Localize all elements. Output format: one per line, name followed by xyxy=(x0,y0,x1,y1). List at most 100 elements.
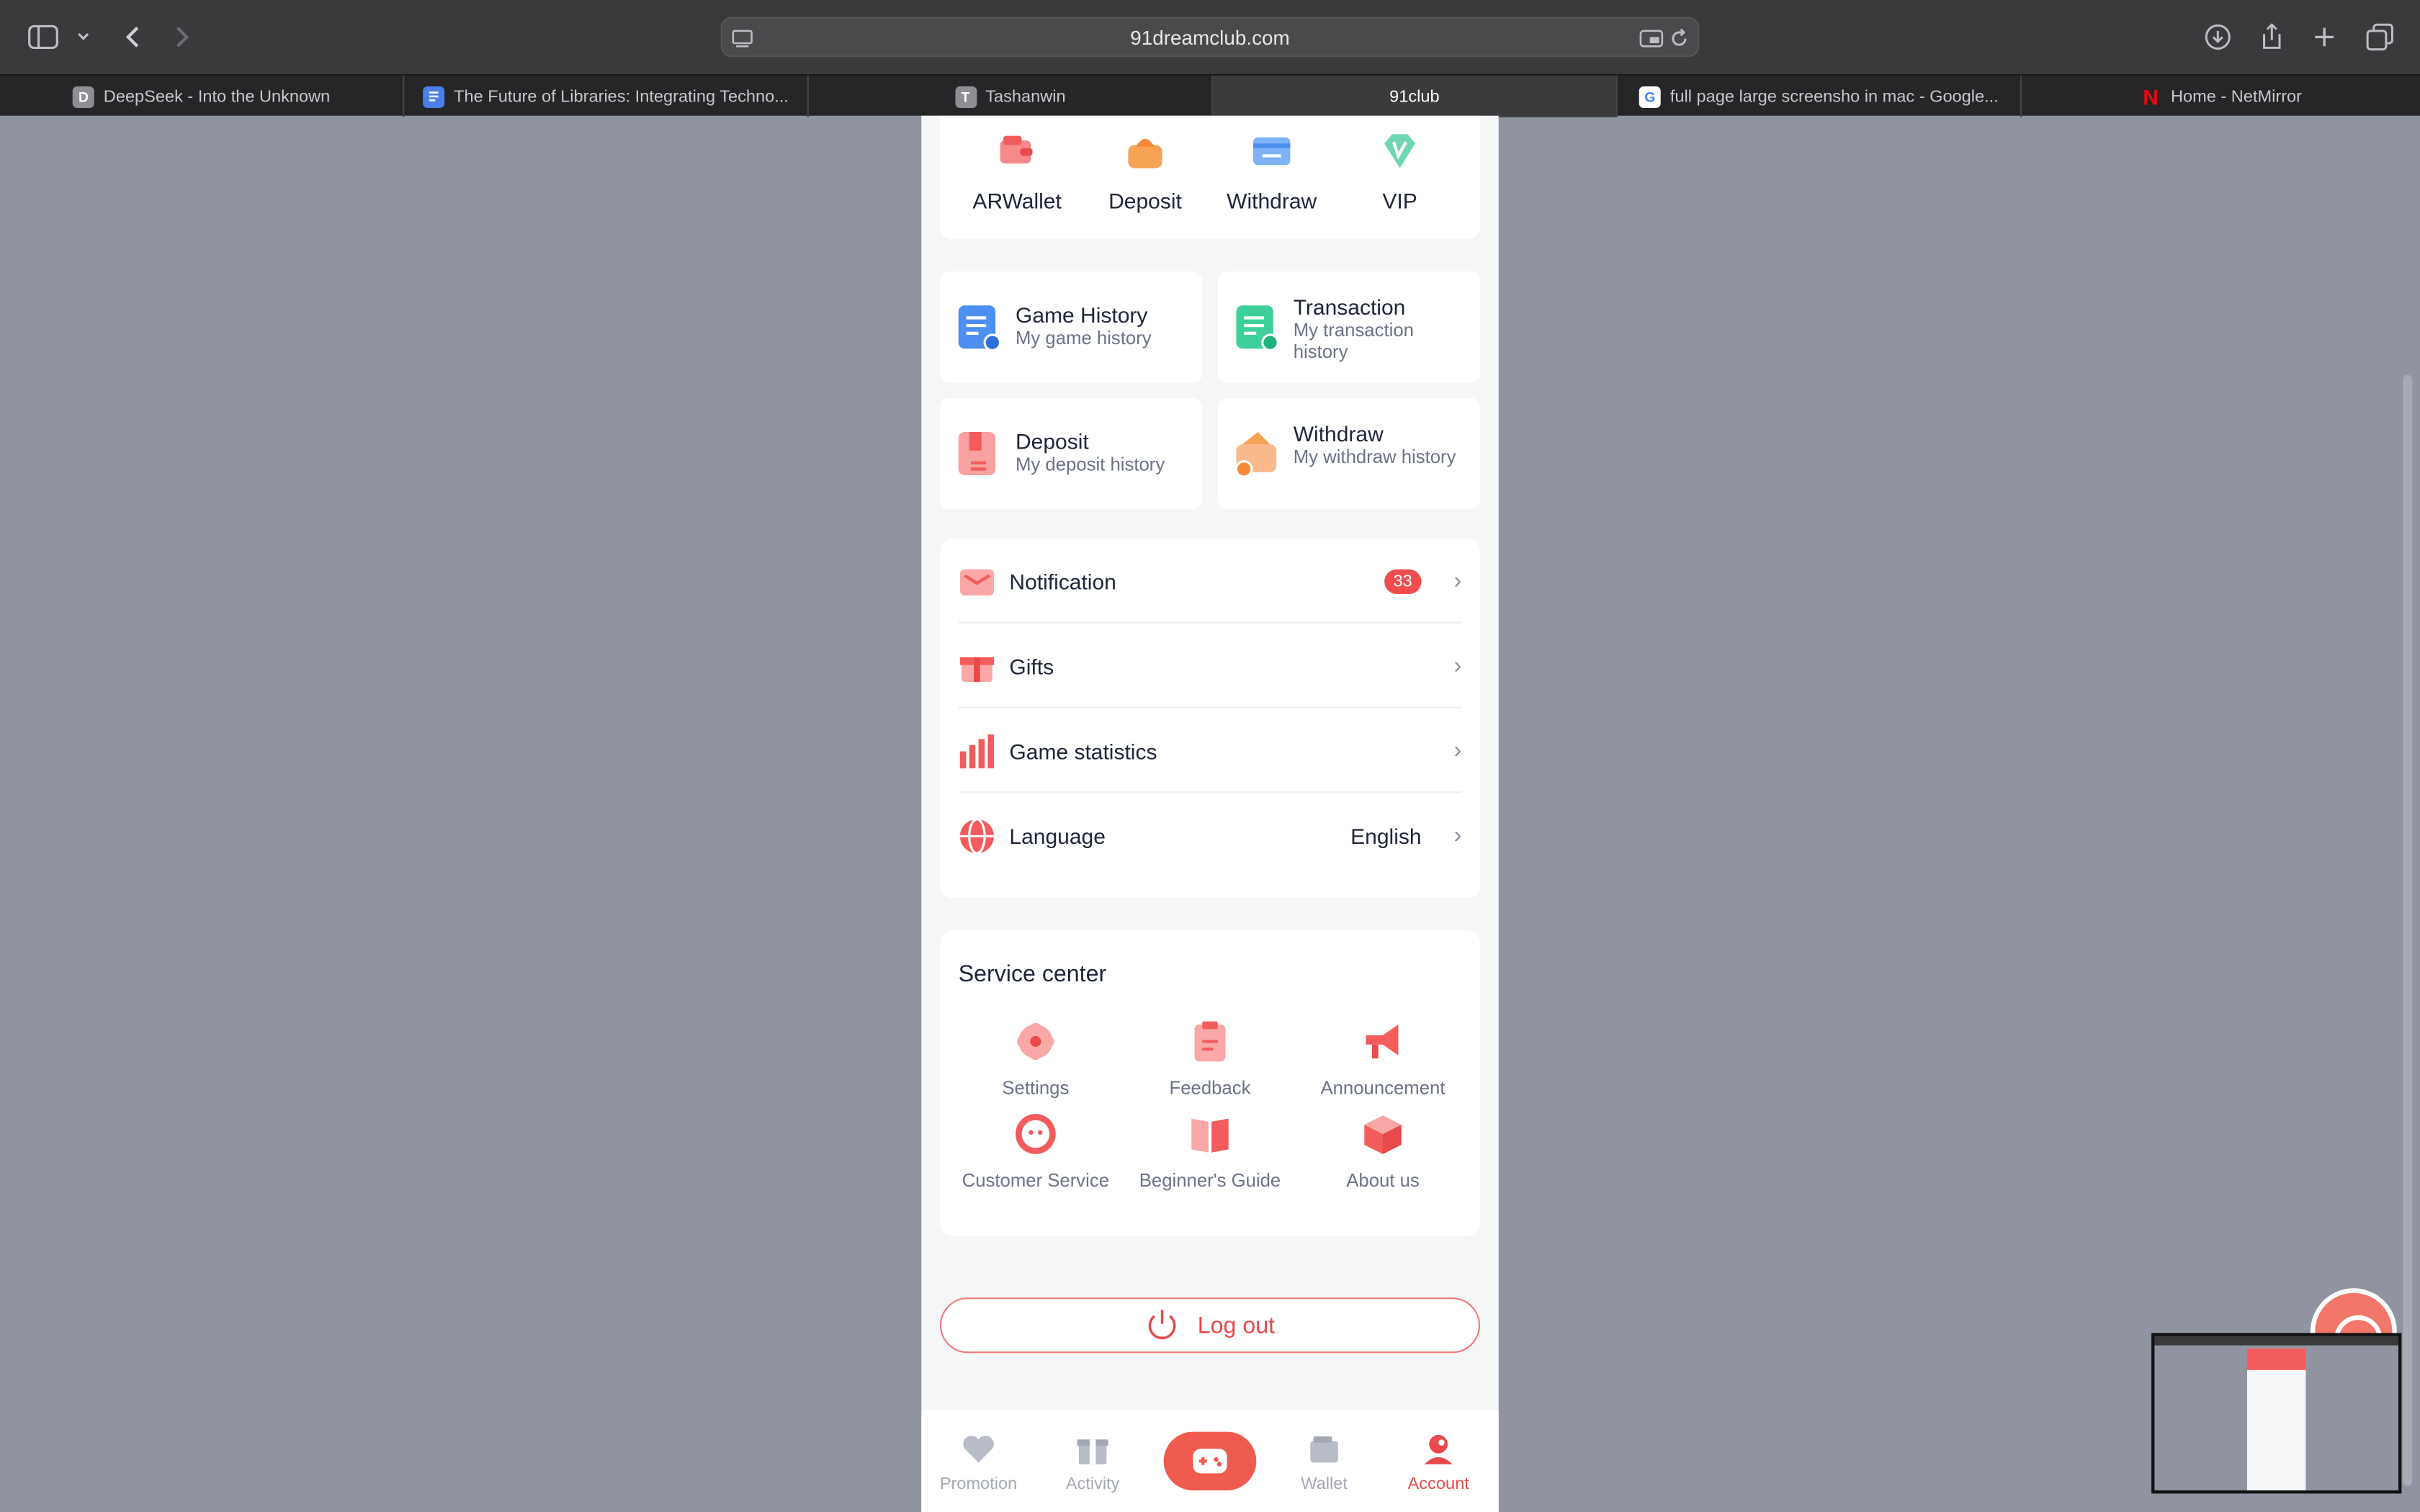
chevron-right-icon: › xyxy=(1453,567,1462,594)
page-scrollbar[interactable] xyxy=(2403,374,2413,1486)
language-row[interactable]: Language English › xyxy=(940,793,1480,878)
announcement-label: Announcement xyxy=(1320,1076,1446,1099)
thumb-header xyxy=(2247,1348,2306,1370)
forward-icon[interactable] xyxy=(163,19,200,55)
tab-google-search[interactable]: G full page large screensho in mac - Goo… xyxy=(1618,76,2022,117)
settings-label: Settings xyxy=(1002,1076,1070,1099)
language-value: English xyxy=(1350,823,1422,848)
arwallet-label: ARWallet xyxy=(972,188,1062,213)
new-tab-icon[interactable] xyxy=(2305,19,2342,55)
feedback-button[interactable]: Feedback xyxy=(1124,1020,1296,1099)
settings-gear-icon xyxy=(1017,1022,1054,1061)
withdraw-history-card[interactable]: Withdraw My withdraw history xyxy=(1217,397,1480,510)
card-title: Deposit xyxy=(1016,428,1089,454)
transaction-icon xyxy=(1236,305,1279,352)
bottom-nav: Promotion Activity Wallet Account xyxy=(921,1410,1499,1512)
netflix-favicon-icon: N xyxy=(2143,84,2159,109)
back-icon[interactable] xyxy=(115,19,151,55)
card-subtitle: My withdraw history xyxy=(1293,446,1456,468)
screenshot-thumbnail[interactable] xyxy=(2151,1333,2402,1494)
arwallet-button[interactable]: ARWallet xyxy=(955,116,1078,213)
tab-deepseek[interactable]: D DeepSeek - Into the Unknown xyxy=(0,76,405,117)
reload-icon[interactable] xyxy=(1668,28,1690,50)
customer-service-button[interactable]: Customer Service xyxy=(949,1112,1122,1191)
gifts-label: Gifts xyxy=(1009,653,1054,678)
game-history-card[interactable]: Game History My game history xyxy=(940,271,1203,383)
game-statistics-row[interactable]: Game statistics › xyxy=(940,708,1480,793)
chevron-right-icon: › xyxy=(1453,737,1462,764)
notification-label: Notification xyxy=(1009,568,1116,593)
card-title: Game History xyxy=(1016,302,1148,328)
download-icon[interactable] xyxy=(2200,19,2236,55)
about-us-label: About us xyxy=(1346,1169,1420,1192)
gift-icon xyxy=(959,656,994,682)
tab-91club[interactable]: 91club xyxy=(1213,76,1618,117)
tab-label: full page large screensho in mac - Googl… xyxy=(1670,87,1999,106)
share-icon[interactable] xyxy=(2254,19,2290,55)
account-icon xyxy=(1424,1434,1453,1464)
tab-label: 91club xyxy=(1389,87,1440,106)
tab-future-of-libraries[interactable]: The Future of Libraries: Integrating Tec… xyxy=(404,76,809,117)
customer-service-icon xyxy=(1016,1114,1056,1154)
deposit-quick-button[interactable]: Deposit xyxy=(1083,116,1206,213)
nav-label: Wallet xyxy=(1301,1475,1348,1494)
withdraw-quick-button[interactable]: Withdraw xyxy=(1210,116,1333,213)
notification-count-badge: 33 xyxy=(1384,568,1422,593)
service-center-card: Service center Settings Feedback Announc… xyxy=(940,930,1480,1236)
about-us-button[interactable]: About us xyxy=(1296,1112,1469,1191)
service-center-title: Service center xyxy=(958,961,1107,988)
nav-promotion[interactable]: Promotion xyxy=(921,1426,1036,1493)
games-center-button[interactable] xyxy=(1163,1431,1257,1490)
nav-wallet[interactable]: Wallet xyxy=(1267,1426,1381,1493)
wallet-nav-icon xyxy=(1310,1436,1338,1463)
url-text: 91dreamclub.com xyxy=(1130,26,1290,50)
tab-netmirror[interactable]: N Home - NetMirror xyxy=(2022,76,2420,117)
notification-row[interactable]: Notification 33 › xyxy=(940,539,1480,624)
card-subtitle: My deposit history xyxy=(1016,454,1165,475)
sidebar-toggle-icon[interactable] xyxy=(24,19,61,55)
tab-label: The Future of Libraries: Integrating Tec… xyxy=(454,87,789,106)
beginners-guide-button[interactable]: Beginner's Guide xyxy=(1124,1112,1296,1191)
settings-button[interactable]: Settings xyxy=(949,1020,1122,1099)
browser-toolbar: 91dreamclub.com xyxy=(0,0,2420,74)
nav-label: Activity xyxy=(1065,1475,1120,1494)
withdraw-history-icon xyxy=(1234,432,1277,478)
deposit-label: Deposit xyxy=(1108,188,1182,213)
google-favicon-icon: G xyxy=(1639,85,1661,107)
nav-account[interactable]: Account xyxy=(1381,1426,1496,1493)
card-title: Withdraw xyxy=(1293,421,1384,446)
tab-tashanwin[interactable]: T Tashanwin xyxy=(809,76,1214,117)
vip-button[interactable]: VIP xyxy=(1338,116,1461,213)
pip-icon[interactable] xyxy=(1639,28,1664,50)
promotion-icon xyxy=(963,1436,994,1463)
chevron-right-icon: › xyxy=(1453,652,1462,679)
chevron-right-icon: › xyxy=(1453,822,1462,849)
deepseek-favicon-icon: D xyxy=(72,85,94,107)
docs-favicon-icon xyxy=(423,85,445,107)
megaphone-icon xyxy=(1366,1024,1399,1058)
wallet-icon xyxy=(1000,135,1033,164)
menu-card: Notification 33 › Gifts › Game statistic… xyxy=(940,538,1480,899)
card-subtitle: My game history xyxy=(1016,327,1152,349)
transaction-card[interactable]: Transaction My transaction history xyxy=(1217,271,1480,383)
customer-service-label: Customer Service xyxy=(962,1169,1110,1192)
announcement-button[interactable]: Announcement xyxy=(1296,1020,1469,1099)
cube-icon xyxy=(1364,1115,1402,1154)
chevron-down-icon[interactable] xyxy=(65,19,102,55)
tab-label: Home - NetMirror xyxy=(2170,87,2303,106)
mail-icon xyxy=(959,568,994,595)
gamepad-icon xyxy=(1193,1449,1227,1474)
globe-icon xyxy=(959,817,994,854)
address-bar[interactable]: 91dreamclub.com xyxy=(720,17,1700,58)
deposit-history-card[interactable]: Deposit My deposit history xyxy=(940,397,1203,510)
quick-actions-card: ARWallet Deposit Withdraw VIP xyxy=(940,115,1480,240)
vip-label: VIP xyxy=(1382,188,1417,213)
feedback-clipboard-icon xyxy=(1194,1021,1226,1062)
gifts-row[interactable]: Gifts › xyxy=(940,624,1480,708)
game-history-icon xyxy=(958,305,1002,352)
withdraw-label: Withdraw xyxy=(1227,188,1317,213)
nav-activity[interactable]: Activity xyxy=(1036,1426,1150,1493)
logout-button[interactable]: Log out xyxy=(940,1297,1480,1354)
tab-overview-icon[interactable] xyxy=(2362,19,2398,55)
deposit-history-icon xyxy=(958,432,996,475)
